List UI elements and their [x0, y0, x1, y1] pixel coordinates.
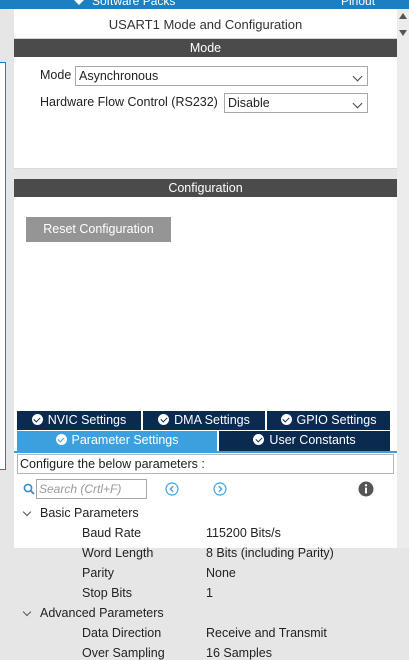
chevron-down-icon[interactable]: [22, 607, 32, 617]
panel-title: USART1 Mode and Configuration: [14, 9, 397, 39]
param-name: Data Direction: [82, 626, 162, 640]
pinout-menu[interactable]: Pinout: [341, 0, 375, 8]
tab-underline: [14, 451, 397, 453]
check-icon: [55, 434, 67, 445]
search-icon: [23, 483, 35, 495]
info-icon[interactable]: [358, 481, 374, 497]
mode-section: Mode Asynchronous Hardware Flow Control …: [14, 57, 397, 169]
chevron-down-icon: [352, 71, 363, 82]
section-gap: [14, 169, 397, 179]
scroll-down-icon[interactable]: [399, 30, 407, 36]
tab-gpio-settings[interactable]: GPIO Settings: [267, 411, 390, 430]
dropdown-triangle-icon[interactable]: [74, 0, 84, 5]
flow-control-select-value: Disable: [228, 96, 270, 110]
param-name: Over Sampling: [82, 646, 165, 660]
mode-select[interactable]: Asynchronous: [75, 66, 368, 86]
top-toolbar: Software Packs Pinout: [0, 0, 409, 9]
configuration-section: Reset Configuration NVIC Settings DMA Se…: [14, 197, 397, 660]
chevron-down-icon: [352, 98, 363, 109]
group-advanced-parameters[interactable]: Advanced Parameters: [40, 606, 164, 620]
group-basic-parameters[interactable]: Basic Parameters: [40, 506, 139, 520]
usart-config-panel: USART1 Mode and Configuration Mode Mode …: [14, 9, 397, 660]
param-value[interactable]: 8 Bits (including Parity): [206, 546, 334, 560]
chevron-down-icon[interactable]: [22, 507, 32, 517]
param-value[interactable]: Receive and Transmit: [206, 626, 327, 640]
tab-nvic-settings[interactable]: NVIC Settings: [17, 411, 141, 430]
param-value[interactable]: 115200 Bits/s: [206, 526, 281, 540]
param-value[interactable]: 1: [206, 586, 213, 600]
next-icon[interactable]: [213, 482, 227, 496]
param-value[interactable]: None: [206, 566, 236, 580]
param-name: Stop Bits: [82, 586, 133, 600]
tab-label: NVIC Settings: [47, 413, 127, 427]
check-icon: [158, 414, 170, 425]
param-value[interactable]: 16 Samples: [206, 646, 272, 660]
tab-label: User Constants: [269, 433, 356, 447]
tab-label: DMA Settings: [174, 413, 250, 427]
search-input[interactable]: Search (Crtl+F): [36, 479, 147, 499]
check-icon: [31, 414, 43, 425]
configuration-section-header: Configuration: [14, 179, 397, 197]
tab-label: GPIO Settings: [296, 413, 377, 427]
param-name: Parity: [82, 566, 114, 580]
param-name: Baud Rate: [82, 526, 142, 540]
tab-dma-settings[interactable]: DMA Settings: [143, 411, 265, 430]
check-icon: [280, 414, 292, 425]
reset-configuration-button[interactable]: Reset Configuration: [26, 217, 171, 242]
mode-select-value: Asynchronous: [79, 69, 159, 83]
tab-parameter-settings[interactable]: Parameter Settings: [17, 431, 217, 451]
right-scrollbar[interactable]: [397, 9, 409, 548]
mode-label: Mode: [40, 68, 72, 82]
left-panel-edge: [0, 62, 6, 470]
param-name: Word Length: [82, 546, 154, 560]
flow-control-select[interactable]: Disable: [224, 93, 368, 113]
scroll-up-icon[interactable]: [399, 13, 407, 19]
flow-control-label: Hardware Flow Control (RS232): [40, 95, 218, 109]
prev-icon[interactable]: [165, 482, 179, 496]
check-icon: [253, 434, 265, 445]
tab-label: Parameter Settings: [71, 433, 179, 447]
tab-user-constants[interactable]: User Constants: [219, 431, 390, 451]
mode-section-header: Mode: [14, 39, 397, 57]
configure-parameters-label: Configure the below parameters :: [17, 454, 394, 474]
software-packs-menu[interactable]: Software Packs: [92, 0, 175, 8]
